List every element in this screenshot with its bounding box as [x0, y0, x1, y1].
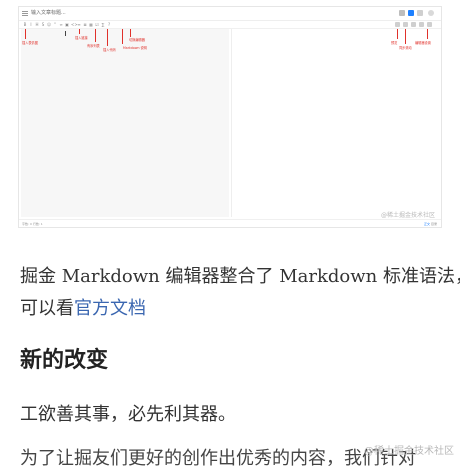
watermark: @稀土掘金技术社区	[364, 446, 454, 457]
sync-scroll-icon[interactable]	[403, 22, 408, 27]
annotation-numbered-list: 有序列表	[87, 44, 100, 48]
docs-link[interactable]: 官方文档	[74, 298, 146, 319]
draft-icon[interactable]	[399, 10, 405, 16]
annotation-arrow	[427, 29, 428, 39]
word-count: 字数: 0 行数: 1	[22, 222, 43, 226]
code-icon[interactable]: <>	[71, 22, 78, 27]
annotation-preview: 预览	[391, 41, 398, 45]
article-paragraph: 掘金 Markdown 编辑器整合了 Markdown 标准语法，	[20, 266, 460, 287]
bold-icon[interactable]: B	[23, 22, 27, 27]
avatar[interactable]	[428, 10, 434, 16]
math-icon[interactable]: ∑	[101, 22, 105, 27]
strikethrough-icon[interactable]: S	[41, 22, 45, 27]
footer-actions: 正文 目录	[424, 222, 437, 226]
help-icon[interactable]: ?	[107, 22, 111, 27]
article-paragraph: 工欲善其事，必先利其器。	[20, 404, 236, 425]
toc-icon[interactable]	[427, 22, 432, 27]
annotation-emoji: 插入表情图	[22, 41, 38, 45]
title-input[interactable]: 输入文章标题...	[31, 9, 66, 16]
pane-divider[interactable]	[231, 29, 232, 217]
annotation-arrow	[25, 29, 26, 39]
annotation-code: 插入代码	[103, 48, 116, 52]
annotation-quick-switch: 切换编辑器	[129, 38, 145, 42]
annotation-arrow	[122, 29, 123, 44]
annotation-arrow	[95, 29, 96, 42]
text-cursor	[65, 31, 66, 36]
annotation-arrow	[79, 29, 80, 34]
annotation-arrow	[405, 29, 406, 44]
annotation-markdown-guide: Markdown 说明	[123, 46, 147, 50]
settings-icon[interactable]	[419, 22, 424, 27]
paragraph-text: 可以看	[20, 298, 74, 319]
markdown-edit-pane[interactable]	[21, 29, 229, 217]
annotation-link: 插入链接	[75, 36, 88, 40]
emoji-icon[interactable]: ☺	[47, 22, 51, 27]
annotation-arrow	[130, 29, 131, 37]
section-heading: 新的改变	[20, 347, 109, 373]
editor-toolbar: B I H S ☺ " ∞ ▣ <> ≡ ≣ ▦ ☑ ∑ ?	[19, 21, 441, 29]
italic-icon[interactable]: I	[29, 22, 33, 27]
ordered-list-icon[interactable]: ≡	[77, 22, 81, 27]
editor-footer: 字数: 0 行数: 1 正文 目录	[19, 219, 441, 229]
quote-icon[interactable]: "	[53, 22, 57, 27]
annotation-arrow	[397, 29, 398, 39]
editor-titlebar: 输入文章标题...	[19, 7, 441, 21]
fullscreen-icon[interactable]	[411, 22, 416, 27]
menu-icon[interactable]	[22, 11, 28, 16]
watermark: @稀土掘金技术社区	[380, 212, 435, 219]
publish-icon[interactable]	[408, 10, 414, 16]
footer-body-toggle[interactable]: 正文	[424, 222, 430, 226]
article-paragraph: 为了让掘友们更好的创作出优秀的内容，我们针对	[20, 448, 416, 469]
footer-toc-toggle[interactable]: 目录	[431, 222, 437, 226]
editor-screenshot: 输入文章标题... B I H S ☺ " ∞ ▣ <> ≡ ≣ ▦ ☑ ∑ ?…	[18, 6, 442, 228]
task-icon[interactable]: ☑	[95, 22, 99, 27]
annotation-settings: 编辑器设置	[415, 41, 431, 45]
article-paragraph: 可以看官方文档	[20, 294, 146, 320]
annotation-arrow	[107, 29, 108, 46]
heading-icon[interactable]: H	[35, 22, 39, 27]
preview-icon[interactable]	[395, 22, 400, 27]
image-icon[interactable]: ▣	[65, 22, 69, 27]
switch-icon[interactable]	[417, 10, 423, 16]
table-icon[interactable]: ▦	[89, 22, 93, 27]
annotation-sync-scroll: 同步滚动	[399, 46, 412, 50]
unordered-list-icon[interactable]: ≣	[83, 22, 87, 27]
link-icon[interactable]: ∞	[59, 22, 63, 27]
